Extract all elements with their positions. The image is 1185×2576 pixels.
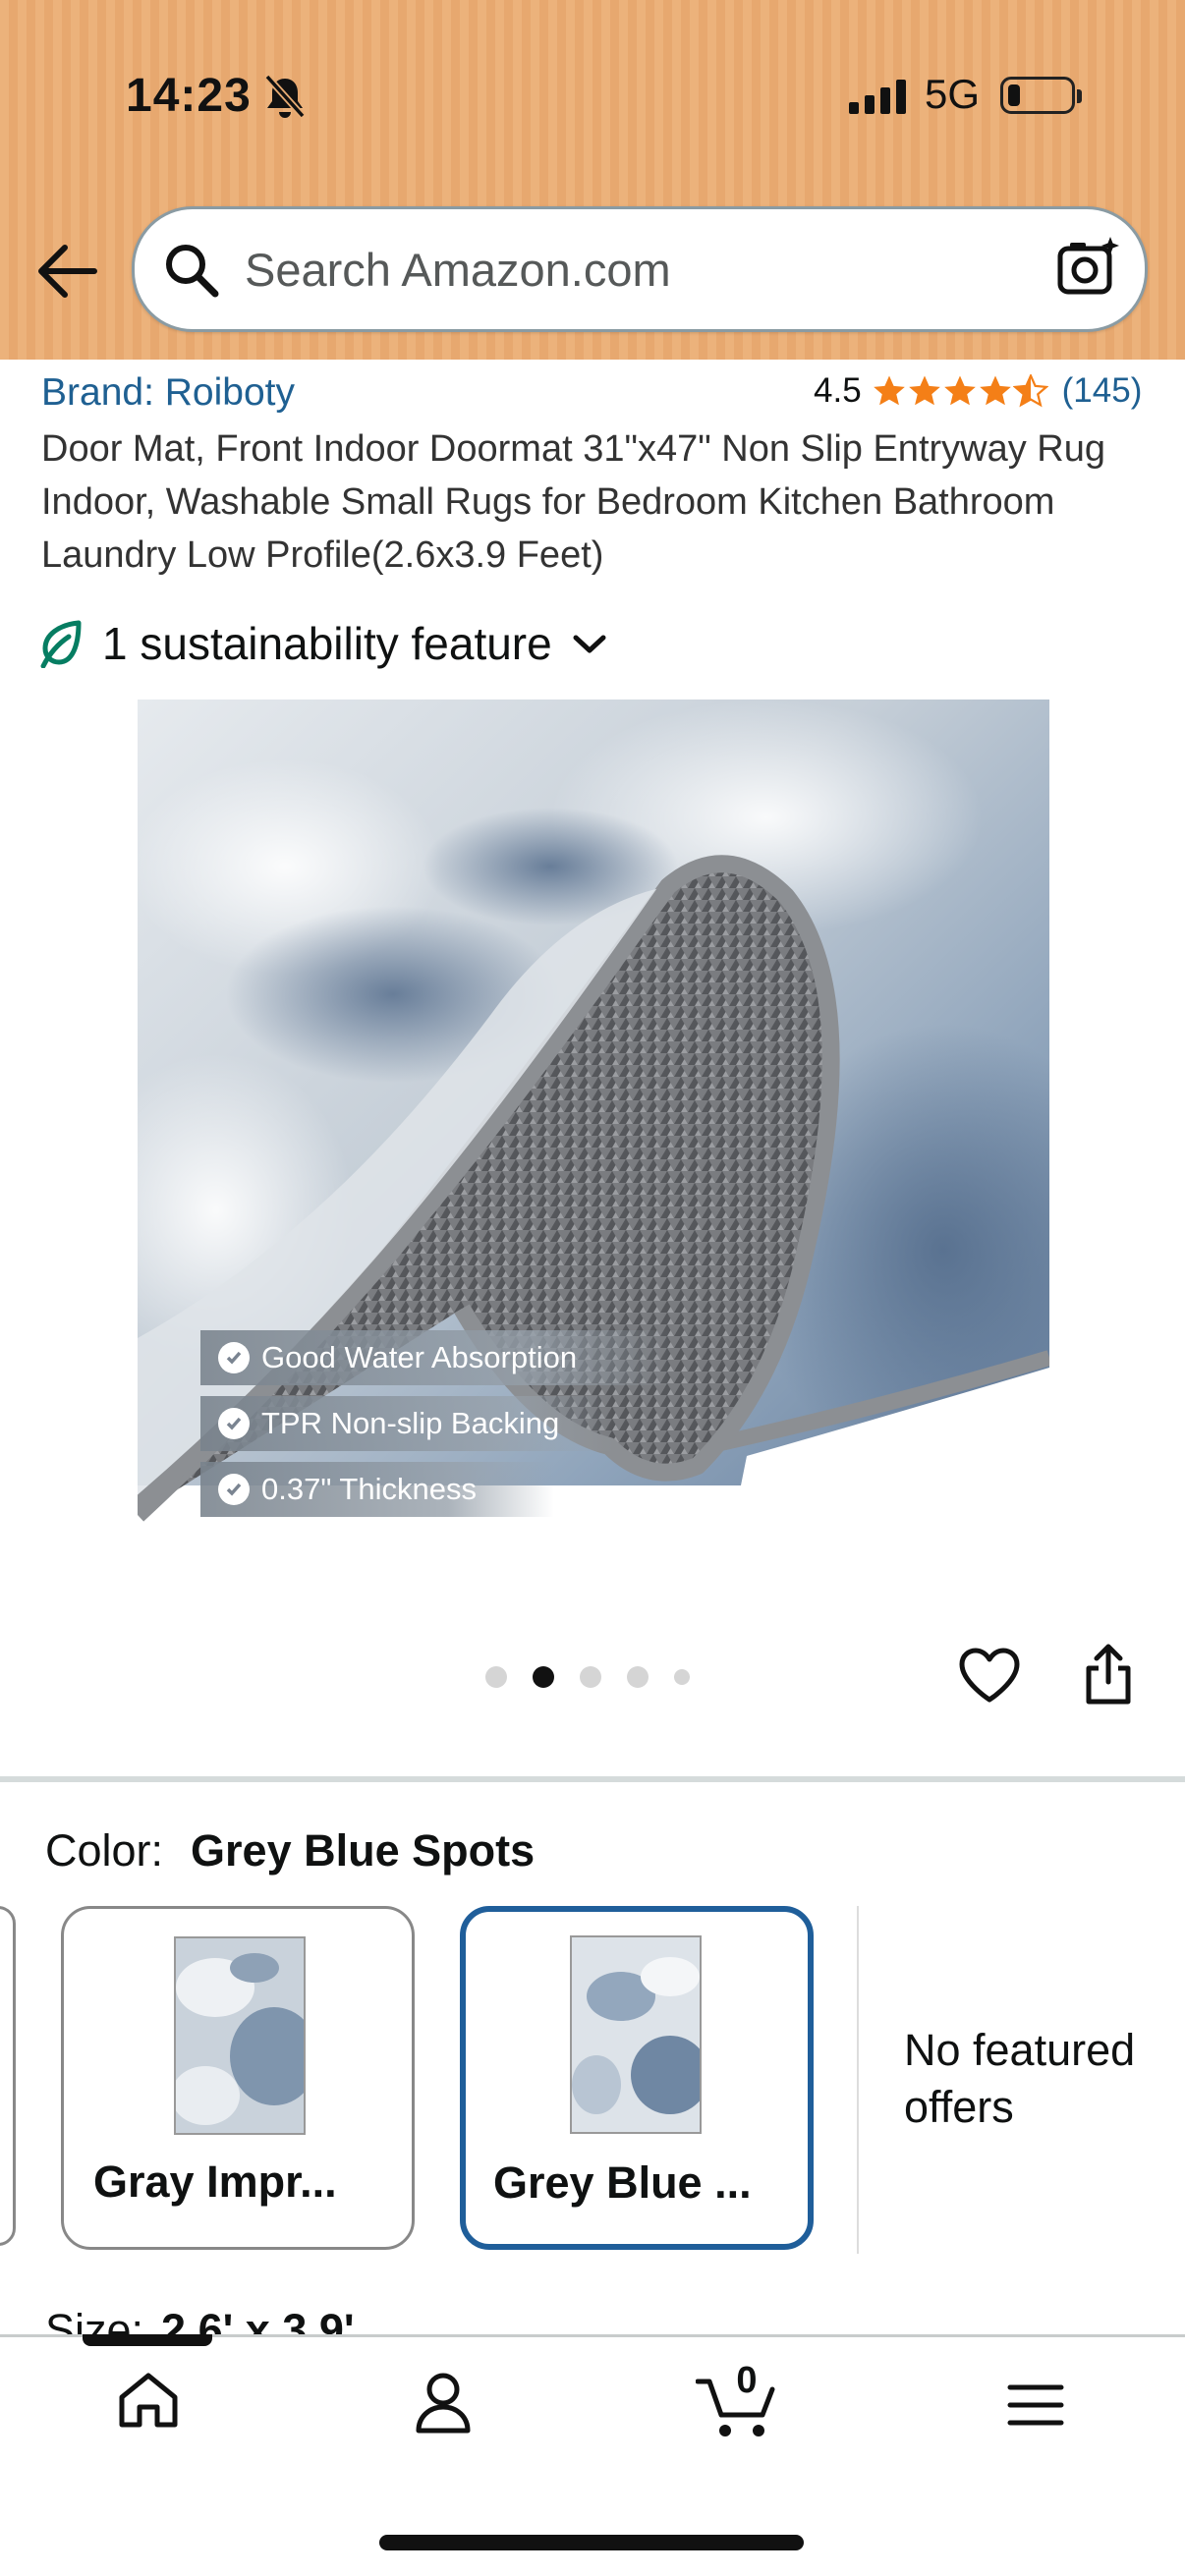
network-label: 5G bbox=[925, 71, 981, 117]
back-arrow-icon[interactable] bbox=[33, 240, 102, 303]
home-indicator bbox=[379, 2535, 804, 2550]
leaf-icon bbox=[40, 620, 82, 668]
sustainability-label: 1 sustainability feature bbox=[102, 618, 552, 669]
sustainability-feature[interactable]: 1 sustainability feature bbox=[39, 617, 609, 670]
menu-icon[interactable] bbox=[1006, 2381, 1065, 2429]
color-label: Color: bbox=[45, 1825, 164, 1876]
bell-muted-icon bbox=[264, 74, 306, 119]
page-dot[interactable] bbox=[627, 1666, 649, 1688]
heart-icon[interactable] bbox=[957, 1647, 1022, 1706]
cart-count: 0 bbox=[736, 2360, 758, 2401]
check-icon bbox=[218, 1342, 250, 1373]
swatch-thumbnail bbox=[570, 1935, 702, 2134]
rating[interactable]: 4.5 (145) bbox=[814, 371, 1142, 411]
badge-label: TPR Non-slip Backing bbox=[261, 1406, 560, 1440]
share-icon[interactable] bbox=[1081, 1643, 1136, 1708]
swatch-name: Gray Impr... bbox=[93, 2156, 337, 2207]
search-icon bbox=[166, 245, 219, 298]
chevron-down-icon bbox=[573, 635, 606, 653]
swatch-name: Grey Blue ... bbox=[493, 2157, 752, 2208]
swatch-thumbnail bbox=[174, 1936, 306, 2135]
star-rating-icon bbox=[872, 374, 1048, 408]
color-swatch-grey-blue-selected[interactable]: Grey Blue ... bbox=[460, 1906, 814, 2250]
color-swatch-partial[interactable] bbox=[0, 1906, 16, 2246]
account-icon[interactable] bbox=[411, 2370, 476, 2435]
search-input[interactable] bbox=[245, 209, 1031, 329]
divider bbox=[0, 1776, 1185, 1782]
separator bbox=[857, 1906, 859, 2254]
badge-water-absorption: Good Water Absorption bbox=[200, 1330, 672, 1385]
color-swatch-gray[interactable]: Gray Impr... bbox=[61, 1906, 415, 2250]
header: 14:23 5G bbox=[0, 0, 1185, 360]
badge-thickness: 0.37" Thickness bbox=[200, 1462, 554, 1517]
product-page: 14:23 5G Search Amazon.com Brand: Roibot… bbox=[0, 0, 1185, 2576]
color-selection-label: Color: Grey Blue Spots bbox=[45, 1825, 535, 1876]
status-time: 14:23 bbox=[126, 70, 252, 122]
nav-active-indicator bbox=[83, 2334, 212, 2346]
brand-link[interactable]: Brand: Roiboty bbox=[41, 371, 295, 415]
page-dot[interactable] bbox=[674, 1669, 690, 1685]
product-title: Door Mat, Front Indoor Doormat 31"x47" N… bbox=[41, 428, 1105, 576]
page-dot-active[interactable] bbox=[533, 1666, 554, 1688]
check-icon bbox=[218, 1408, 250, 1439]
home-icon[interactable] bbox=[116, 2370, 181, 2431]
image-badges: Good Water Absorption TPR Non-slip Backi… bbox=[200, 1330, 672, 1528]
color-value: Grey Blue Spots bbox=[191, 1825, 536, 1876]
no-featured-offers: No featured offers bbox=[904, 2025, 1136, 2132]
page-dot[interactable] bbox=[580, 1666, 601, 1688]
badge-label: Good Water Absorption bbox=[261, 1340, 578, 1374]
search-bar[interactable] bbox=[132, 206, 1148, 332]
image-pagination[interactable] bbox=[485, 1666, 690, 1688]
badge-label: 0.37" Thickness bbox=[261, 1472, 477, 1506]
camera-search-icon[interactable] bbox=[1056, 235, 1121, 300]
rating-count[interactable]: (145) bbox=[1062, 371, 1143, 411]
rating-value: 4.5 bbox=[814, 371, 862, 410]
check-icon bbox=[218, 1474, 250, 1505]
battery-icon bbox=[1000, 77, 1082, 114]
signal-icon bbox=[849, 79, 906, 114]
badge-non-slip: TPR Non-slip Backing bbox=[200, 1396, 613, 1451]
page-dot[interactable] bbox=[485, 1666, 507, 1688]
